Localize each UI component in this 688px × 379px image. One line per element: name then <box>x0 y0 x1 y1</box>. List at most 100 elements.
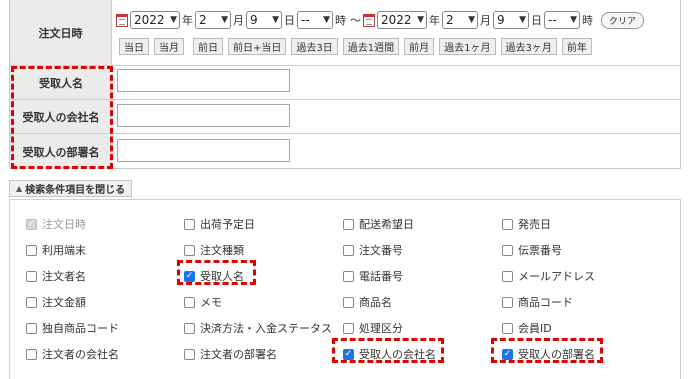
condition-order-amount[interactable]: 注文金額 <box>26 294 86 310</box>
triangle-up-icon: ▲ <box>16 184 23 193</box>
quick-yesterday-today-button[interactable]: 前日+当日 <box>228 38 287 55</box>
checkbox[interactable] <box>343 244 354 256</box>
recipient-company-label: 受取人の会社名 <box>10 100 112 134</box>
condition-recipient-company[interactable]: 受取人の会社名 <box>343 346 436 362</box>
recipient-company-input[interactable] <box>117 104 290 127</box>
from-year-select[interactable]: 2022 ▼ <box>130 11 180 29</box>
month-unit: 月 <box>233 14 244 27</box>
condition-product-name[interactable]: 商品名 <box>343 294 392 310</box>
recipient-name-row <box>112 66 680 100</box>
condition-product-code[interactable]: 商品コード <box>502 294 573 310</box>
checkbox[interactable] <box>184 218 195 230</box>
recipient-name-input[interactable] <box>117 69 290 92</box>
condition-orderer-department[interactable]: 注文者の部署名 <box>184 346 277 362</box>
condition-order-type[interactable]: 注文種類 <box>184 242 244 258</box>
condition-order-datetime[interactable]: 注文日時 <box>26 216 86 232</box>
checkbox[interactable] <box>26 296 37 308</box>
condition-release-date[interactable]: 発売日 <box>502 216 551 232</box>
checkbox[interactable] <box>184 322 195 334</box>
condition-custom-product-code[interactable]: 独自商品コード <box>26 320 119 336</box>
condition-email[interactable]: メールアドレス <box>502 268 595 284</box>
recipient-department-row <box>112 134 680 169</box>
checkbox[interactable] <box>502 244 513 256</box>
quick-this-month-button[interactable]: 当月 <box>154 38 184 55</box>
from-day-select[interactable]: 9 ▼ <box>246 11 282 29</box>
quick-past-1-month-button[interactable]: 過去1ヶ月 <box>439 38 496 55</box>
chevron-down-icon: ▼ <box>170 15 177 25</box>
quick-yesterday-button[interactable]: 前日 <box>193 38 223 55</box>
chevron-down-icon: ▼ <box>221 15 228 25</box>
checkbox-checked[interactable] <box>184 270 195 282</box>
quick-today-button[interactable]: 当日 <box>119 38 149 55</box>
checkbox[interactable] <box>26 322 37 334</box>
condition-recipient-name[interactable]: 受取人名 <box>184 268 244 284</box>
checkbox[interactable] <box>343 270 354 282</box>
condition-slip-number[interactable]: 伝票番号 <box>502 242 562 258</box>
to-day-select[interactable]: 9 ▼ <box>493 11 529 29</box>
to-hour-select[interactable]: -- ▼ <box>544 11 580 29</box>
checkbox[interactable] <box>26 218 37 230</box>
quick-date-buttons: 当日 当月 前日 前日+当日 過去3日 過去1週間 前月 過去1ヶ月 過去3ヶ月… <box>119 38 592 55</box>
toggle-conditions-label: 検索条件項目を閉じる <box>25 185 126 196</box>
hour-unit: 時 <box>335 14 346 27</box>
checkbox[interactable] <box>26 244 37 256</box>
chevron-down-icon: ▼ <box>272 15 279 25</box>
recipient-department-label: 受取人の部署名 <box>10 134 112 169</box>
checkbox[interactable] <box>502 322 513 334</box>
condition-payment-status[interactable]: 決済方法・入金ステータス <box>184 320 332 336</box>
quick-last-month-button[interactable]: 前月 <box>404 38 435 55</box>
order-date-label: 注文日時 <box>10 0 112 66</box>
checkbox[interactable] <box>184 348 195 360</box>
day-unit: 日 <box>531 14 542 27</box>
toggle-conditions-button[interactable]: ▲ 検索条件項目を閉じる <box>9 180 133 197</box>
chevron-down-icon: ▼ <box>323 15 330 25</box>
condition-member-id[interactable]: 会員ID <box>502 320 552 336</box>
checkbox[interactable] <box>184 296 195 308</box>
condition-orderer-company[interactable]: 注文者の会社名 <box>26 346 119 362</box>
checkbox[interactable] <box>343 296 354 308</box>
checkbox[interactable] <box>502 296 513 308</box>
recipient-department-input[interactable] <box>117 139 290 162</box>
recipient-company-row <box>112 100 680 134</box>
date-range-row: 2022 ▼ 年 2 ▼ 月 9 ▼ 日 -- ▼ 時 〜 2022 ▼ 年 2 ▼ 月 9… <box>116 10 645 30</box>
checkbox[interactable] <box>502 270 513 282</box>
clear-button[interactable]: クリア <box>601 11 645 29</box>
checkbox[interactable] <box>26 348 37 360</box>
checkbox[interactable] <box>343 218 354 230</box>
quick-past-3-months-button[interactable]: 過去3ヶ月 <box>500 38 557 55</box>
checkbox[interactable] <box>502 218 513 230</box>
from-month-select[interactable]: 2 ▼ <box>195 11 231 29</box>
checkbox[interactable] <box>184 244 195 256</box>
checkbox[interactable] <box>26 270 37 282</box>
chevron-down-icon: ▼ <box>468 15 475 25</box>
quick-past-3-days-button[interactable]: 過去3日 <box>291 38 338 55</box>
conditions-panel: 注文日時 出荷予定日 配送希望日 発売日 利用端末 注文種類 注文番号 伝票番号… <box>9 199 681 379</box>
year-unit: 年 <box>429 14 440 27</box>
from-hour-select[interactable]: -- ▼ <box>297 11 333 29</box>
range-separator: 〜 <box>350 14 361 27</box>
condition-recipient-department[interactable]: 受取人の部署名 <box>502 346 595 362</box>
calendar-icon[interactable] <box>363 13 375 27</box>
chevron-down-icon: ▼ <box>417 15 424 25</box>
condition-process-type[interactable]: 処理区分 <box>343 320 403 336</box>
quick-last-year-button[interactable]: 前年 <box>561 38 592 55</box>
to-year-select[interactable]: 2022 ▼ <box>377 11 427 29</box>
to-month-select[interactable]: 2 ▼ <box>442 11 478 29</box>
year-unit: 年 <box>182 14 193 27</box>
checkbox-checked[interactable] <box>502 348 513 360</box>
condition-ship-date[interactable]: 出荷予定日 <box>184 216 255 232</box>
calendar-icon[interactable] <box>116 13 128 27</box>
condition-device[interactable]: 利用端末 <box>26 242 86 258</box>
condition-order-number[interactable]: 注文番号 <box>343 242 403 258</box>
condition-orderer-name[interactable]: 注文者名 <box>26 268 86 284</box>
checkbox-checked[interactable] <box>343 348 354 360</box>
condition-memo[interactable]: メモ <box>184 294 222 310</box>
day-unit: 日 <box>284 14 295 27</box>
recipient-name-label: 受取人名 <box>10 66 112 100</box>
condition-phone[interactable]: 電話番号 <box>343 268 403 284</box>
month-unit: 月 <box>480 14 491 27</box>
checkbox[interactable] <box>343 322 354 334</box>
condition-delivery-date[interactable]: 配送希望日 <box>343 216 414 232</box>
quick-past-week-button[interactable]: 過去1週間 <box>342 38 400 55</box>
order-date-field: 2022 ▼ 年 2 ▼ 月 9 ▼ 日 -- ▼ 時 〜 2022 ▼ 年 2 ▼ 月 9… <box>112 0 680 66</box>
